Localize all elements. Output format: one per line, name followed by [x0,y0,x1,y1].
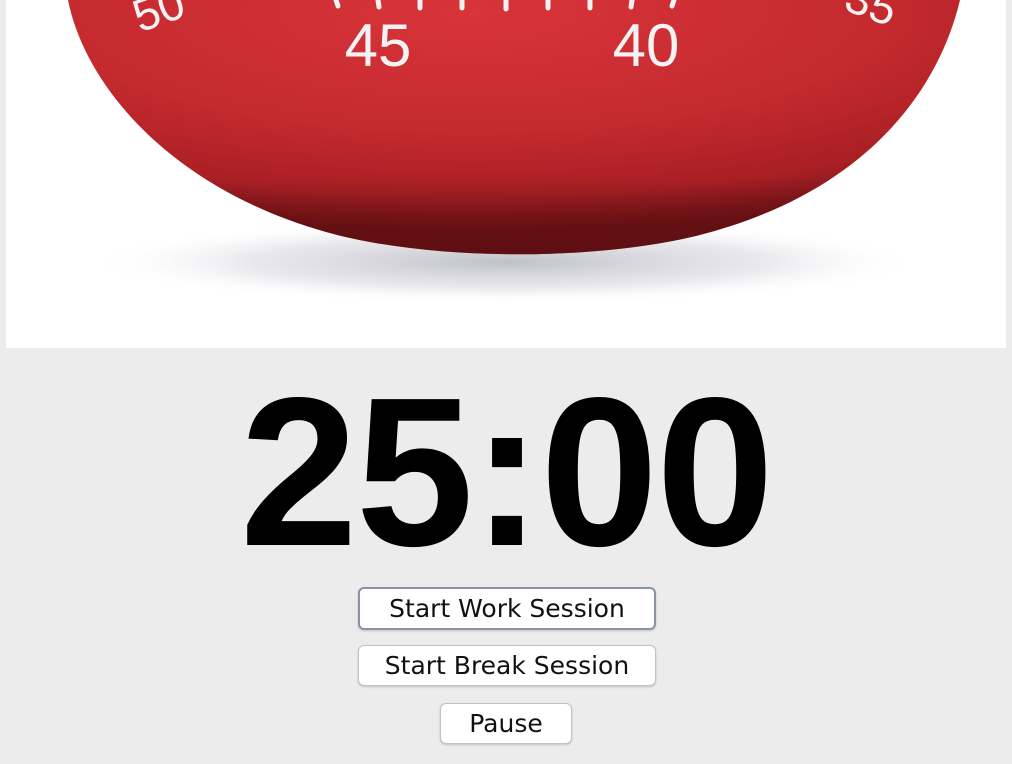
start-break-session-button[interactable]: Start Break Session [358,645,656,686]
dial-number-45: 45 [345,12,412,79]
tomato-illustration: 45 40 50 35 [68,0,960,304]
dial-number-40: 40 [613,12,680,79]
pomodoro-app: 45 40 50 35 25:00 Start Work Session Sta… [0,0,1012,764]
tomato-timer-image: 45 40 50 35 [6,0,1006,348]
start-work-session-button[interactable]: Start Work Session [358,587,656,630]
pause-button[interactable]: Pause [440,703,572,744]
timer-display: 25:00 [239,353,774,590]
